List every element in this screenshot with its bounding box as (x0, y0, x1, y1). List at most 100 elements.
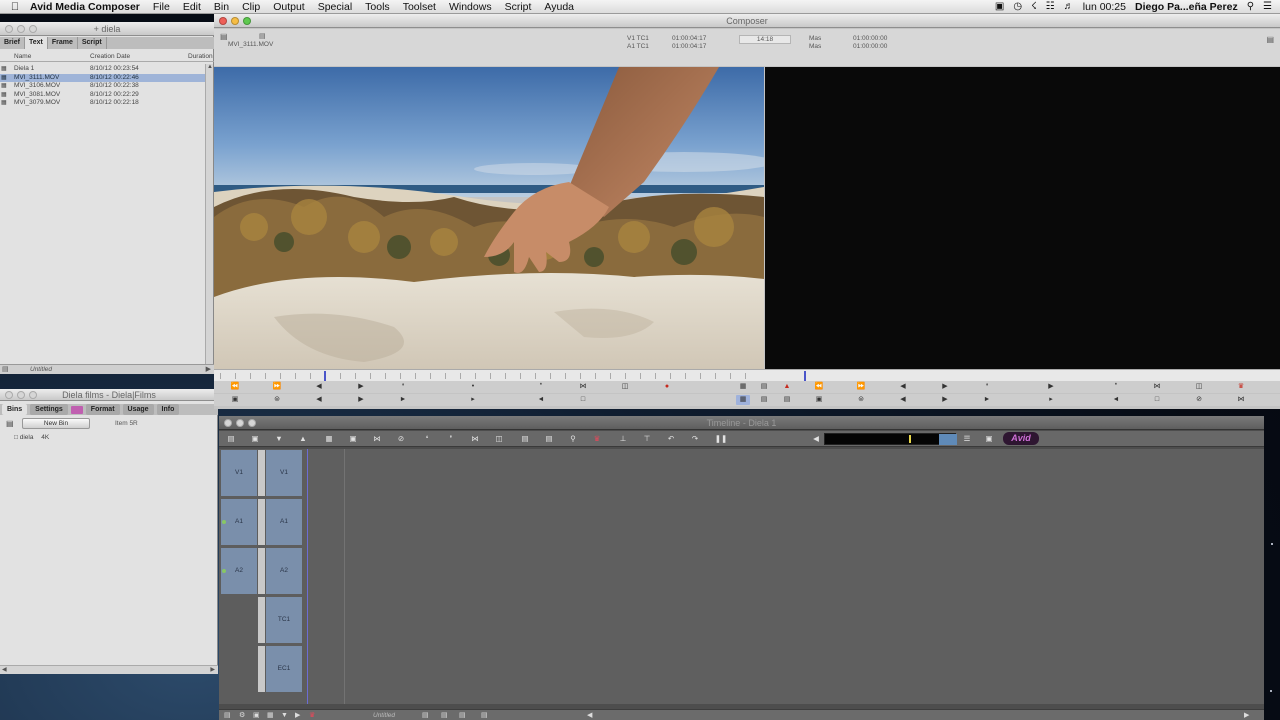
source-tc-label-2[interactable]: A1 TC1 (627, 43, 649, 50)
screen-icon[interactable]: ▣ (995, 1, 1004, 12)
timeline-no-effect-icon[interactable]: ⊘ (394, 433, 408, 445)
go-to-out-icon[interactable]: ▸ (466, 395, 480, 405)
subclip-icon[interactable]: □ (576, 395, 590, 405)
zoom-icon[interactable] (243, 17, 251, 25)
timeline-mark-clip-icon[interactable]: ◫ (492, 433, 506, 445)
step-back-icon[interactable]: ◀ (312, 382, 326, 392)
bin-row[interactable]: ▦ MVI_3079.MOV 8/10/12 00:22:18 (0, 99, 205, 108)
bottom-menu-icon[interactable]: ▤ (224, 710, 231, 720)
source-clip-name[interactable]: MVI_3111.MOV (228, 41, 273, 48)
rec-fast-forward-icon[interactable]: ⏩ (854, 382, 868, 392)
bottom-play-icon[interactable]: ▶ (295, 710, 300, 720)
bottom-down-icon[interactable]: ▼ (281, 710, 288, 720)
timeline-scroll-right-icon[interactable]: ▶ (1244, 710, 1249, 720)
track-row-ec1[interactable]: EC1 (219, 645, 307, 693)
close-icon[interactable] (5, 391, 13, 399)
menu-special[interactable]: Special (318, 1, 352, 13)
menu-clip[interactable]: Clip (242, 1, 260, 13)
menu-clock[interactable]: lun 00:25 (1083, 1, 1126, 13)
timeline-titlebar[interactable]: Timeline - Diela 1 (219, 416, 1264, 430)
play-in-out-icon[interactable]: ► (396, 395, 410, 405)
timeline-position-line[interactable] (344, 449, 345, 704)
volume-icon[interactable]: ♬ (1064, 1, 1074, 12)
tab-bins[interactable]: Bins (2, 404, 28, 415)
new-bin-button[interactable]: New Bin (22, 418, 90, 429)
rec-mark-in-icon[interactable]: ❛ (980, 382, 994, 392)
record-menu-icon[interactable]: ▤ (1266, 35, 1274, 44)
rewind-icon[interactable]: ⏪ (228, 382, 242, 392)
extract-icon[interactable]: ▤ (780, 395, 794, 405)
timeline-track-area[interactable] (307, 449, 1264, 704)
timeline-down-arrow-icon[interactable]: ▼ (272, 433, 286, 445)
rec-clear-marks-icon[interactable]: ⋈ (1150, 382, 1164, 392)
tab-format[interactable]: Format (85, 404, 120, 415)
source-track-v1[interactable]: V1 (221, 450, 257, 496)
step-forward-icon[interactable]: ▶ (354, 382, 368, 392)
project-bin-item[interactable]: □ diela 4K (14, 434, 49, 441)
timeline-mark-in-icon[interactable]: ❛ (420, 433, 434, 445)
source-position-indicator[interactable] (324, 371, 326, 381)
record-track-ec1[interactable]: EC1 (266, 646, 302, 692)
go-to-in-icon[interactable]: • (466, 382, 480, 392)
bin-row[interactable]: ▦ MVI_3081.MOV 8/10/12 00:22:29 (0, 91, 205, 100)
timeline-zoom-icon[interactable]: ▣ (982, 433, 996, 445)
jog-back-icon[interactable]: ◀ (312, 395, 326, 405)
timeline-trim-icon[interactable]: ⋈ (370, 433, 384, 445)
source-menu-icon[interactable]: ▤ (220, 32, 228, 41)
bottom-view-icon[interactable]: ▤ (422, 710, 429, 720)
menu-ayuda[interactable]: Ayuda (544, 1, 574, 13)
tab-script[interactable]: Script (78, 37, 107, 49)
composer-titlebar[interactable]: Composer (214, 14, 1280, 28)
mark-clip-icon[interactable]: ◫ (618, 382, 632, 392)
zoom-icon[interactable] (29, 391, 37, 399)
menu-tools[interactable]: Tools (365, 1, 390, 13)
project-horizontal-scrollbar[interactable]: ◀ ▶ (0, 665, 218, 674)
rec-step-back-icon[interactable]: ◀ (896, 382, 910, 392)
timeline-lift-icon[interactable]: ▤ (518, 433, 532, 445)
bluetooth-icon[interactable]: ☇ (1031, 1, 1037, 12)
timeline-lock-icon[interactable]: ⚲ (566, 433, 580, 445)
lift-icon[interactable]: ▲ (780, 382, 794, 392)
track-row-a2[interactable]: A2 A2 (219, 547, 307, 595)
scroll-up-icon[interactable]: ▲ (206, 64, 214, 72)
clear-marks-icon[interactable]: ⋈ (576, 382, 590, 392)
rec-effect-icon[interactable]: ♛ (1234, 382, 1248, 392)
rec-rewind-icon[interactable]: ⏪ (812, 382, 826, 392)
menu-output[interactable]: Output (273, 1, 305, 13)
timeline-pause-icon[interactable]: ❚❚ (714, 433, 728, 445)
mark-out-icon[interactable]: ❜ (534, 382, 548, 392)
menu-user[interactable]: Diego Pa...eña Perez (1135, 1, 1238, 13)
fast-menu-icon[interactable]: ▤ (6, 419, 14, 428)
bin-titlebar[interactable]: + diela (0, 22, 214, 36)
bottom-view4-icon[interactable]: ▤ (481, 710, 488, 720)
timeline-effect-icon[interactable]: ♛ (590, 433, 604, 445)
record-tc-label-2[interactable]: Mas (809, 43, 821, 50)
notification-list-icon[interactable]: ☰ (1263, 1, 1272, 12)
rec-step-forward-icon[interactable]: ▶ (938, 382, 952, 392)
menu-file[interactable]: File (153, 1, 170, 13)
bottom-grid-icon[interactable]: ▦ (267, 710, 274, 720)
source-track-a2[interactable]: A2 (221, 548, 257, 594)
record-track-tc1[interactable]: TC1 (266, 597, 302, 643)
close-icon[interactable] (224, 419, 232, 427)
bin-row[interactable]: ▦ MVI_3111.MOV 8/10/12 00:22:46 (0, 73, 205, 82)
timeline-extract-icon[interactable]: ▤ (542, 433, 556, 445)
timeline-undo-icon[interactable]: ↶ (664, 433, 678, 445)
source-tc-label[interactable]: V1 TC1 (627, 35, 649, 42)
timeline-settings-icon[interactable]: ▣ (248, 433, 262, 445)
tab-usage[interactable]: Usage (122, 404, 154, 415)
sync-icon[interactable]: ▣ (228, 395, 242, 405)
timeline-clear-marks-icon[interactable]: ⋈ (468, 433, 482, 445)
timeline-fast-menu-icon[interactable]: ▤ (224, 433, 238, 445)
scroll-right-icon[interactable]: ▶ (206, 365, 211, 373)
timeline-speaker-icon[interactable]: ◀ (809, 433, 823, 445)
timeline-video-quality-icon[interactable]: ▦ (322, 433, 336, 445)
splice-in-icon[interactable]: ▦ (736, 382, 750, 392)
mark-in-icon[interactable]: ❛ (396, 382, 410, 392)
app-name-menu[interactable]: Avid Media Composer (30, 1, 140, 13)
zoom-icon[interactable] (29, 25, 37, 33)
minimize-icon[interactable] (17, 391, 25, 399)
bottom-frame-icon[interactable]: ▣ (253, 710, 260, 720)
position-bar[interactable] (214, 369, 1280, 381)
time-machine-icon[interactable]: ◷ (1013, 1, 1022, 12)
